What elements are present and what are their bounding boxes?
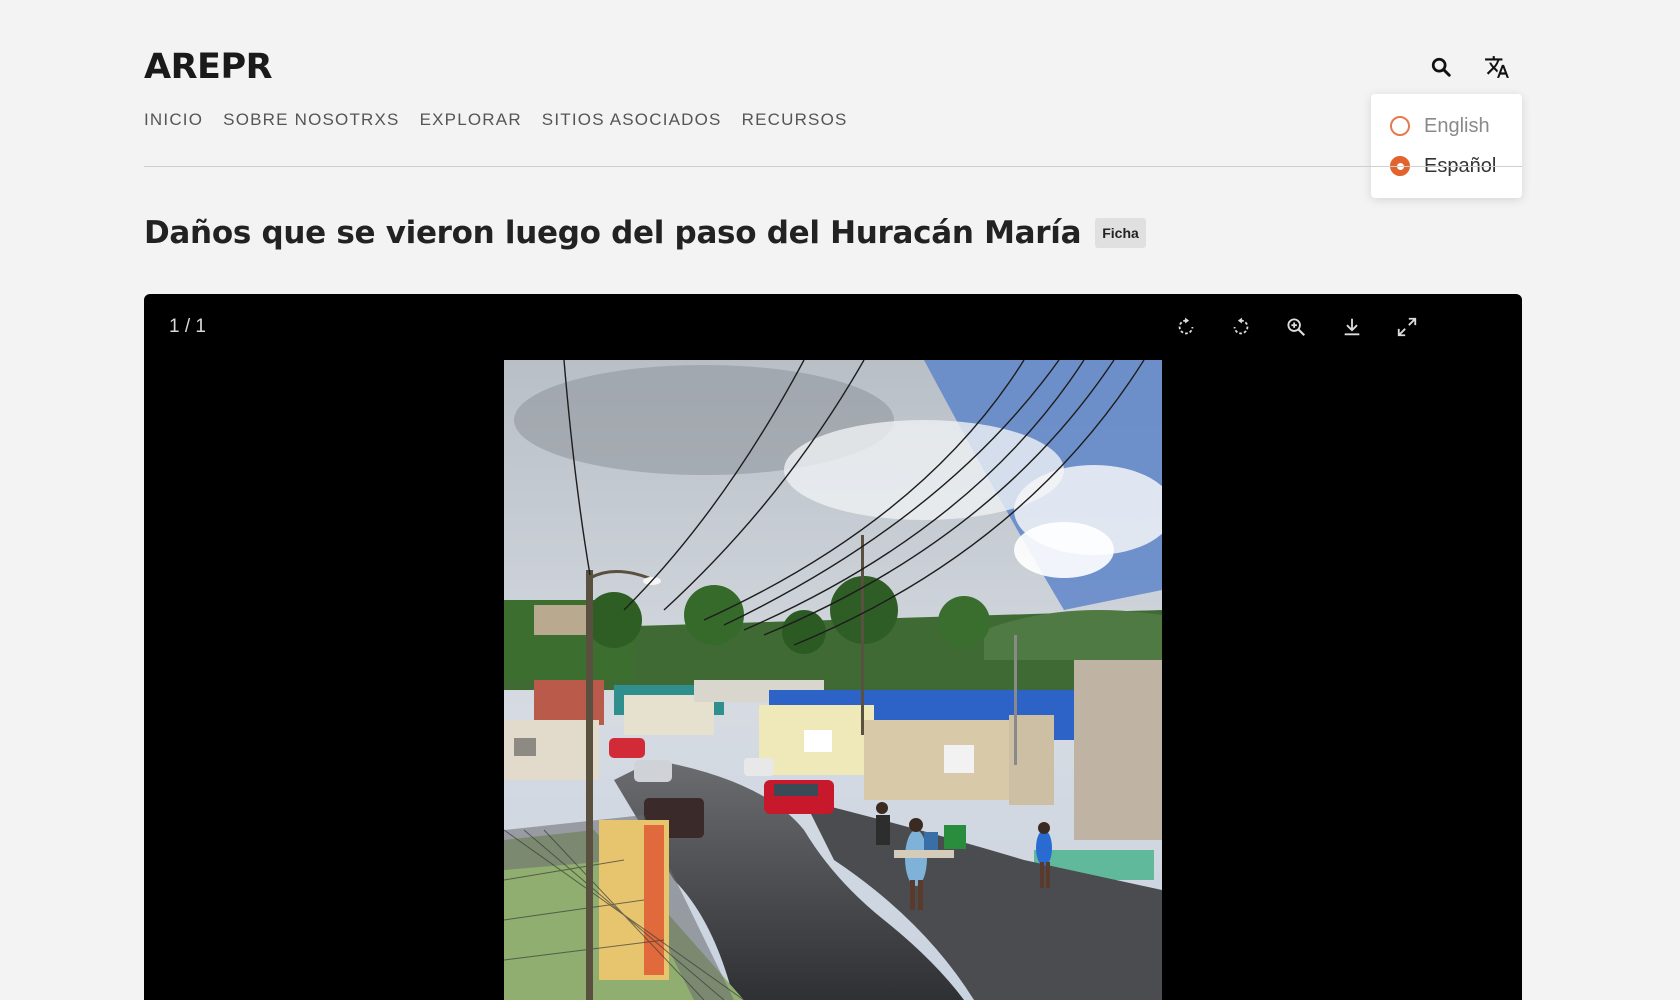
- fullscreen-icon: [1397, 317, 1417, 337]
- download-icon: [1344, 318, 1360, 336]
- language-button[interactable]: [1480, 50, 1514, 84]
- zoom-in-button[interactable]: [1279, 310, 1313, 344]
- title-row: Daños que se vieron luego del paso del H…: [144, 212, 1146, 254]
- fullscreen-button[interactable]: [1390, 310, 1424, 344]
- hurricane-damage-photo: [504, 360, 1162, 1000]
- rotate-clockwise-button[interactable]: [1169, 310, 1203, 344]
- rotate-counterclockwise-icon: [1233, 317, 1249, 335]
- download-button[interactable]: [1335, 310, 1369, 344]
- language-option-english[interactable]: English: [1371, 112, 1522, 140]
- nav-item-explorar[interactable]: EXPLORAR: [420, 110, 522, 130]
- rotate-clockwise-icon: [1178, 317, 1194, 335]
- nav-item-sobre-nosotrxs[interactable]: SOBRE NOSOTRXS: [223, 110, 399, 130]
- translate-icon: [1485, 56, 1509, 78]
- zoom-in-icon: [1287, 318, 1306, 337]
- nav-item-inicio[interactable]: INICIO: [144, 110, 203, 130]
- site-logo[interactable]: AREPR: [144, 46, 273, 88]
- search-button[interactable]: [1424, 50, 1458, 84]
- image-viewer: 1 / 1: [144, 294, 1522, 1000]
- page-counter: 1 / 1: [169, 316, 206, 337]
- language-menu: English Español: [1371, 94, 1522, 198]
- search-icon: [1431, 57, 1451, 77]
- main-nav: INICIO SOBRE NOSOTRXS EXPLORAR SITIOS AS…: [144, 110, 848, 130]
- language-label: English: [1424, 114, 1490, 137]
- item-type-badge: Ficha: [1095, 218, 1146, 248]
- nav-item-sitios-asociados[interactable]: SITIOS ASOCIADOS: [542, 110, 722, 130]
- rotate-counterclockwise-button[interactable]: [1224, 310, 1258, 344]
- header-divider: [144, 166, 1522, 167]
- nav-item-recursos[interactable]: RECURSOS: [742, 110, 848, 130]
- radio-unchecked[interactable]: [1390, 116, 1410, 136]
- page-title: Daños que se vieron luego del paso del H…: [144, 215, 1082, 251]
